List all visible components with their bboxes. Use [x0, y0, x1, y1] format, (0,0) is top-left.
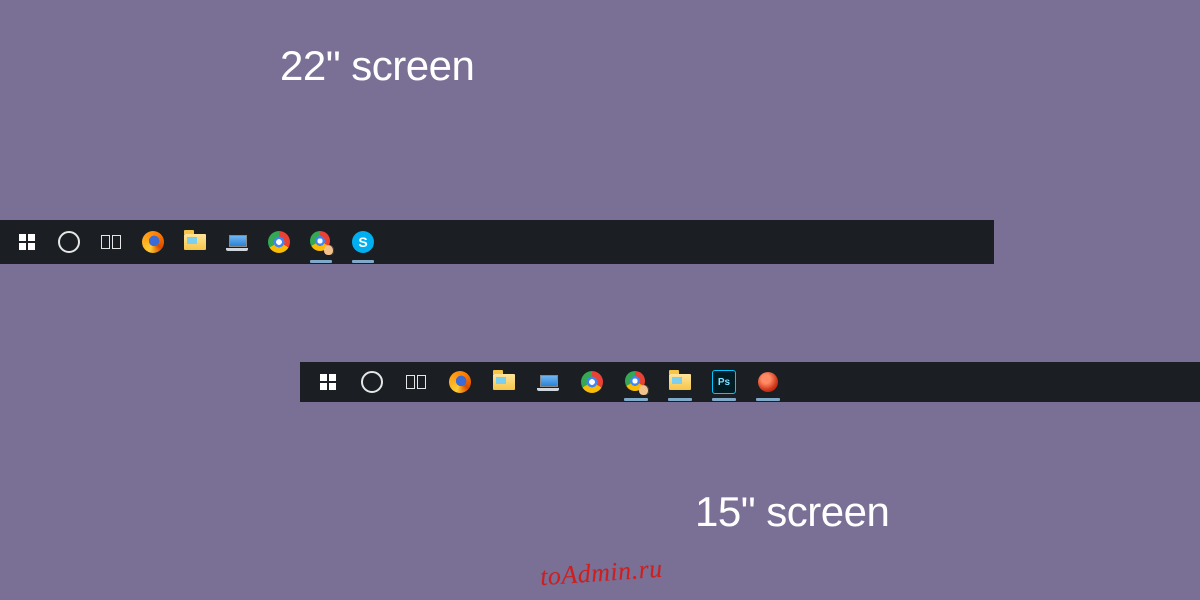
folder-icon: [184, 234, 206, 250]
firefox-icon: [449, 371, 471, 393]
cortana-icon: [361, 371, 383, 393]
taskbar-22-inch: S: [0, 220, 994, 264]
chrome-app[interactable]: [258, 220, 300, 264]
label-22-inch: 22" screen: [280, 42, 474, 90]
laptop-icon: [537, 375, 559, 389]
chrome-hand-icon: [625, 371, 647, 393]
active-indicator: [310, 260, 332, 263]
chrome-app-running[interactable]: [614, 362, 658, 402]
chrome-hand-icon: [310, 231, 332, 253]
active-indicator: [756, 398, 780, 401]
watermark-text: toAdmin.ru: [539, 554, 664, 592]
active-indicator: [352, 260, 374, 263]
file-explorer-running[interactable]: [658, 362, 702, 402]
red-icon: [758, 372, 778, 392]
file-explorer-app[interactable]: [174, 220, 216, 264]
chrome-icon: [581, 371, 603, 393]
adobe-app[interactable]: [746, 362, 790, 402]
taskview-icon: [101, 235, 121, 249]
active-indicator: [712, 398, 736, 401]
label-15-inch: 15" screen: [695, 488, 889, 536]
photoshop-app[interactable]: Ps: [702, 362, 746, 402]
this-pc-app[interactable]: [526, 362, 570, 402]
windows-icon: [320, 374, 336, 390]
chrome-icon: [268, 231, 290, 253]
taskbar-15-inch: Ps: [300, 362, 1200, 402]
file-explorer-app[interactable]: [482, 362, 526, 402]
firefox-app[interactable]: [132, 220, 174, 264]
start-button[interactable]: [306, 362, 350, 402]
task-view-button[interactable]: [90, 220, 132, 264]
cortana-button[interactable]: [48, 220, 90, 264]
skype-app[interactable]: S: [342, 220, 384, 264]
skype-icon: S: [352, 231, 374, 253]
active-indicator: [624, 398, 648, 401]
active-indicator: [668, 398, 692, 401]
cortana-icon: [58, 231, 80, 253]
this-pc-app[interactable]: [216, 220, 258, 264]
folder-icon: [669, 374, 691, 390]
firefox-icon: [142, 231, 164, 253]
folder-icon: [493, 374, 515, 390]
cortana-button[interactable]: [350, 362, 394, 402]
start-button[interactable]: [6, 220, 48, 264]
taskview-icon: [406, 375, 426, 389]
task-view-button[interactable]: [394, 362, 438, 402]
photoshop-icon: Ps: [712, 370, 736, 394]
laptop-icon: [226, 235, 248, 249]
firefox-app[interactable]: [438, 362, 482, 402]
chrome-app[interactable]: [570, 362, 614, 402]
chrome-app-running[interactable]: [300, 220, 342, 264]
windows-icon: [19, 234, 35, 250]
